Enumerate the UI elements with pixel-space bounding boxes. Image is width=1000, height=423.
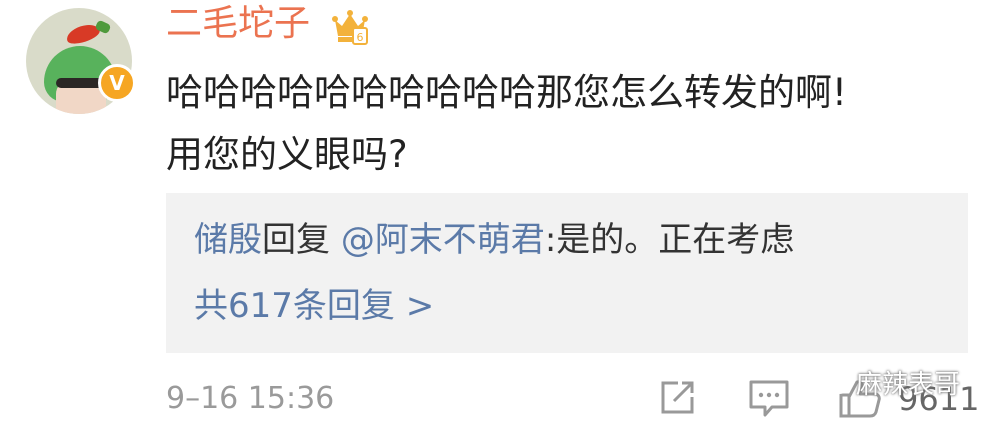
comment-card: V 二毛坨子 6 哈哈哈哈哈哈哈哈哈哈那您怎么转发的啊! 用您的义眼吗? 储殷回… [0, 0, 1000, 423]
comment-text: 哈哈哈哈哈哈哈哈哈哈那您怎么转发的啊! 用您的义眼吗? [166, 62, 966, 186]
reply-text: :是的。正在考虑 [544, 220, 795, 260]
reply-mention[interactable]: @阿末不萌君 [341, 220, 545, 260]
username[interactable]: 二毛坨子 [166, 0, 310, 48]
reply-line: 储殷回复 @阿末不萌君:是的。正在考虑 [194, 217, 794, 263]
comment-line-2: 用您的义眼吗? [166, 133, 408, 176]
wechat-icon [820, 370, 849, 394]
comment-icon[interactable] [748, 379, 790, 419]
watermark: 麻辣表哥 [820, 364, 960, 401]
share-icon[interactable] [658, 379, 696, 417]
level-badge: 6 [357, 31, 364, 44]
watermark-text: 麻辣表哥 [856, 370, 961, 400]
verified-badge: V [98, 64, 136, 102]
reply-action: 回复 [262, 220, 330, 260]
reply-author[interactable]: 储殷 [194, 220, 262, 260]
crown-icon[interactable]: 6 [331, 8, 369, 46]
reply-preview[interactable]: 储殷回复 @阿末不萌君:是的。正在考虑 共617条回复 > [166, 193, 968, 353]
verified-badge-label: V [109, 71, 125, 95]
timestamp: 9–16 15:36 [166, 381, 335, 416]
more-replies-link[interactable]: 共617条回复 > [194, 283, 434, 329]
comment-line-1: 哈哈哈哈哈哈哈哈哈哈那您怎么转发的啊! [166, 71, 847, 114]
